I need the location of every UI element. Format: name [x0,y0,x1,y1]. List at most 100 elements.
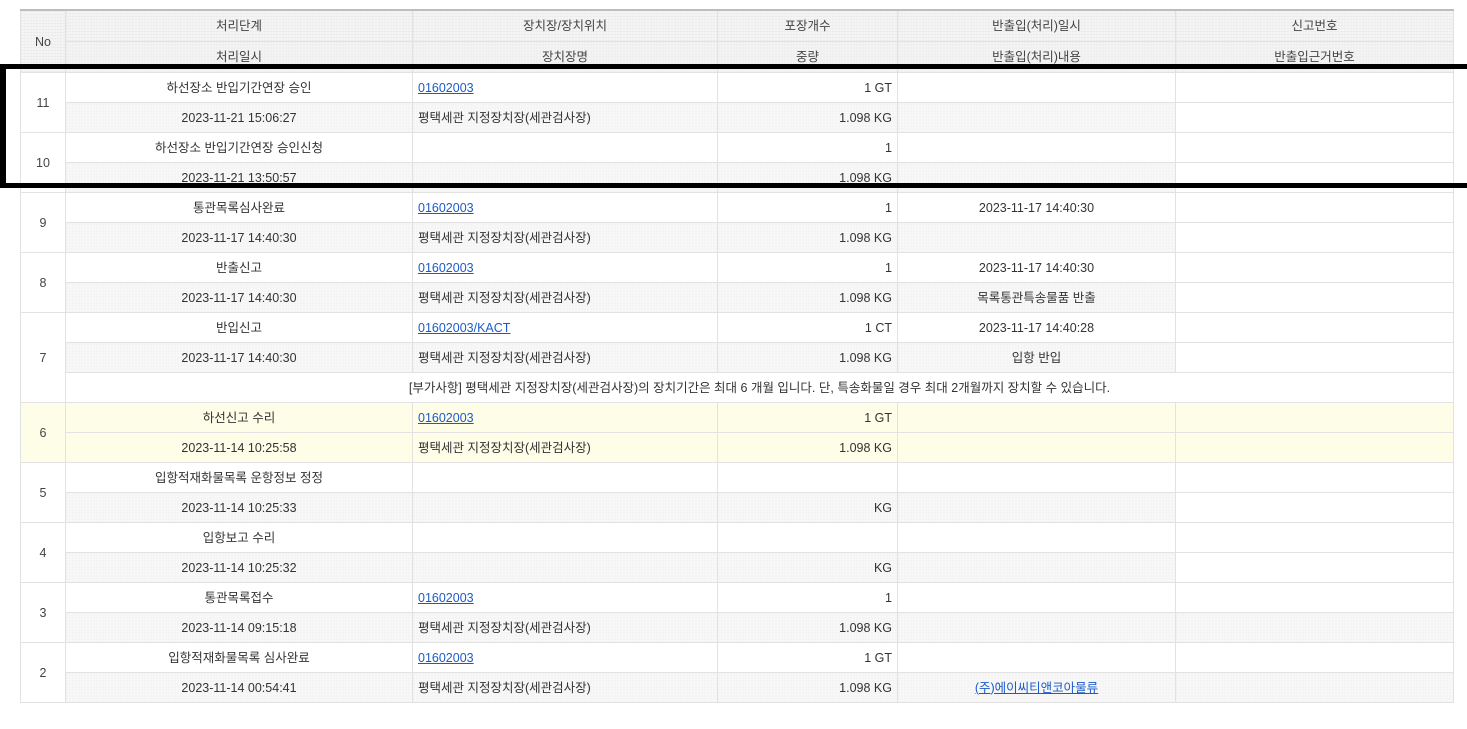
header-row-1: No 처리단계 장치장/장치위치 포장개수 반출입(처리)일시 신고번호 [20,9,1454,73]
row-number: 11 [20,72,66,133]
io-datetime [897,642,1176,673]
process-datetime: 2023-11-17 14:40:30 [65,222,413,253]
io-basis-no [1175,342,1454,373]
io-content [897,612,1176,643]
warehouse-name: 평택세관 지정장치장(세관검사장) [412,432,718,463]
history-row-detail: 2023-11-21 13:50:57 1.098 KG [21,162,1454,193]
location-cell: 01602003 [412,192,718,223]
weight: 1.098 KG [717,162,898,193]
location-cell [412,522,718,553]
warehouse-name [412,492,718,523]
col-header-io-basis-no: 반출입근거번호 [1175,41,1454,73]
company-link[interactable]: (주)에이씨티앤코아물류 [975,681,1098,695]
location-cell: 01602003 [412,252,718,283]
history-row: 2 입항적재화물목록 심사완료 01602003 1 GT [20,642,1454,703]
io-datetime [897,72,1176,103]
io-datetime [897,462,1176,493]
warehouse-name: 평택세관 지정장치장(세관검사장) [412,102,718,133]
weight: KG [717,552,898,583]
col-header-package-count: 포장개수 [717,9,898,42]
history-row-detail: 2023-11-17 14:40:30 평택세관 지정장치장(세관검사장) 1.09… [21,282,1454,313]
col-header-weight: 중량 [717,41,898,73]
row-number: 7 [20,312,66,403]
weight: KG [717,492,898,523]
declaration-no [1175,192,1454,223]
io-datetime [897,402,1176,433]
weight: 1.098 KG [717,432,898,463]
io-datetime: 2023-11-17 14:40:30 [897,192,1176,223]
col-header-process-datetime: 처리일시 [65,41,413,73]
location-link[interactable]: 01602003 [418,651,474,665]
location-cell: 01602003 [412,642,718,673]
package-count: 1 GT [717,72,898,103]
row-number: 9 [20,192,66,253]
location-cell [412,132,718,163]
declaration-no [1175,582,1454,613]
process-datetime: 2023-11-17 14:40:30 [65,282,413,313]
warehouse-name: 평택세관 지정장치장(세관검사장) [412,282,718,313]
location-link[interactable]: 01602003 [418,201,474,215]
process-stage: 반입신고 [65,312,413,343]
row-number: 2 [20,642,66,703]
process-datetime: 2023-11-14 00:54:41 [65,672,413,703]
location-cell: 01602003 [412,402,718,433]
io-basis-no [1175,672,1454,703]
history-row: 4 입항보고 수리 [20,522,1454,583]
location-link[interactable]: 01602003 [418,591,474,605]
io-datetime [897,522,1176,553]
row-number: 4 [20,522,66,583]
row-number: 3 [20,582,66,643]
history-row: 9 통관목록심사완료 01602003 1 2023-11-17 14:40:30 [20,192,1454,253]
row-number: 8 [20,252,66,313]
warehouse-name: 평택세관 지정장치장(세관검사장) [412,612,718,643]
io-basis-no [1175,102,1454,133]
history-row-detail: 2023-11-14 10:25:32 KG [21,552,1454,583]
warehouse-name: 평택세관 지정장치장(세관검사장) [412,222,718,253]
location-cell: 01602003/KACT [412,312,718,343]
table-body: 11 하선장소 반입기간연장 승인 01602003 1 GT 2023-11-21 1… [20,72,1454,703]
package-count [717,462,898,493]
process-history-panel: No 처리단계 장치장/장치위치 포장개수 반출입(처리)일시 신고번호 처리일… [20,9,1454,703]
io-basis-no [1175,222,1454,253]
location-link[interactable]: 01602003 [418,411,474,425]
location-link[interactable]: 01602003/KACT [418,321,510,335]
process-stage: 반출신고 [65,252,413,283]
io-content: 입항 반입 [897,342,1176,373]
declaration-no [1175,402,1454,433]
history-row-note: [부가사항] 평택세관 지정장치장(세관검사장)의 장치기간은 최대 6 개월 … [21,372,1454,403]
row-number: 10 [20,132,66,193]
weight: 1.098 KG [717,612,898,643]
location-link[interactable]: 01602003 [418,81,474,95]
history-row-detail: 2023-11-14 10:25:33 KG [21,492,1454,523]
warehouse-name: 평택세관 지정장치장(세관검사장) [412,672,718,703]
process-stage: 입항적재화물목록 심사완료 [65,642,413,673]
io-content: (주)에이씨티앤코아물류 [897,672,1176,703]
weight: 1.098 KG [717,222,898,253]
location-link[interactable]: 01602003 [418,261,474,275]
process-stage: 하선장소 반입기간연장 승인 [65,72,413,103]
io-content [897,102,1176,133]
io-content [897,432,1176,463]
declaration-no [1175,132,1454,163]
location-cell [412,462,718,493]
io-basis-no [1175,282,1454,313]
io-basis-no [1175,552,1454,583]
process-datetime: 2023-11-14 10:25:58 [65,432,413,463]
package-count: 1 GT [717,402,898,433]
history-row: 8 반출신고 01602003 1 2023-11-17 14:40:30 [20,252,1454,313]
history-row: 6 하선신고 수리 01602003 1 GT [20,402,1454,463]
package-count: 1 GT [717,642,898,673]
row-number: 5 [20,462,66,523]
package-count: 1 [717,582,898,613]
table-header: No 처리단계 장치장/장치위치 포장개수 반출입(처리)일시 신고번호 처리일… [20,9,1454,73]
process-datetime: 2023-11-14 09:15:18 [65,612,413,643]
history-row: 3 통관목록접수 01602003 1 [20,582,1454,643]
io-basis-no [1175,432,1454,463]
declaration-no [1175,642,1454,673]
history-row: 10 하선장소 반입기간연장 승인신청 1 [20,132,1454,193]
io-datetime: 2023-11-17 14:40:28 [897,312,1176,343]
location-cell: 01602003 [412,72,718,103]
declaration-no [1175,252,1454,283]
declaration-no [1175,522,1454,553]
io-content [897,162,1176,193]
